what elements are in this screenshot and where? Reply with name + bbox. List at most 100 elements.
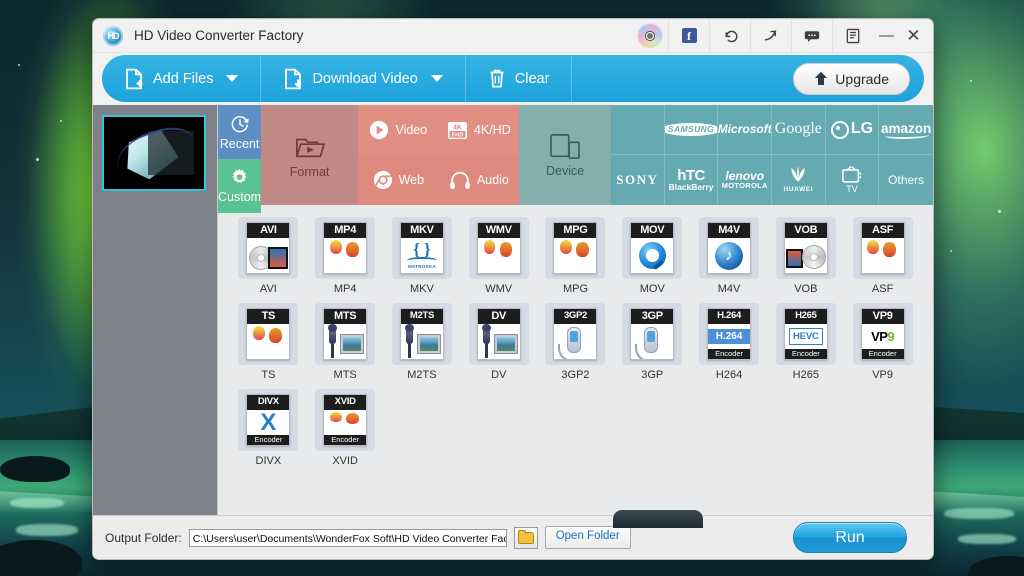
- tab-audio[interactable]: Audio: [439, 155, 520, 205]
- upgrade-button[interactable]: Upgrade: [793, 63, 910, 95]
- star: [970, 80, 972, 82]
- format-tile[interactable]: DIVX X Encoder: [238, 389, 298, 451]
- browse-folder-button[interactable]: [514, 527, 538, 549]
- chevron-down-icon[interactable]: [431, 75, 443, 82]
- format-tile[interactable]: H.264 H.264 Encoder: [699, 303, 759, 365]
- disc-icon[interactable]: [637, 23, 663, 49]
- format-item-dv[interactable]: DV DV: [460, 303, 537, 381]
- ice-patch: [944, 508, 1014, 519]
- format-item-avi[interactable]: AVI AVI: [230, 217, 307, 295]
- brand-sony[interactable]: SONY: [611, 155, 665, 205]
- right-panel: Recent Custom: [218, 105, 933, 515]
- format-tile[interactable]: VP9 VP9 Encoder: [853, 303, 913, 365]
- format-tile[interactable]: MP4: [315, 217, 375, 279]
- format-item-xvid[interactable]: XVID Encoder XVID: [307, 389, 384, 467]
- brand-samsung[interactable]: SAMSUNG: [665, 105, 719, 155]
- tab-recent[interactable]: Recent: [218, 105, 261, 159]
- tab-web[interactable]: Web: [358, 155, 439, 205]
- brand-microsoft[interactable]: Microsoft: [718, 105, 772, 155]
- open-folder-button[interactable]: Open Folder: [545, 526, 631, 549]
- format-tile[interactable]: MOV: [622, 217, 682, 279]
- format-tile[interactable]: DV: [469, 303, 529, 365]
- undo-icon[interactable]: [709, 19, 750, 52]
- format-tile[interactable]: H265 HEVC Encoder: [776, 303, 836, 365]
- format-item-m4v[interactable]: M4V ♪ M4V: [691, 217, 768, 295]
- chevron-down-icon[interactable]: [226, 75, 238, 82]
- bottom-bar: Output Folder: C:\Users\user\Documents\W…: [93, 515, 933, 559]
- format-tile[interactable]: XVID Encoder: [315, 389, 375, 451]
- log-icon[interactable]: [832, 19, 873, 52]
- format-item-divx[interactable]: DIVX X Encoder DIVX: [230, 389, 307, 467]
- format-label: WMV: [485, 283, 512, 295]
- tab-format[interactable]: Format: [261, 105, 358, 205]
- brand-huawei-label: HUAWEI: [784, 187, 814, 194]
- format-item-ts[interactable]: TS TS: [230, 303, 307, 381]
- format-item-h264[interactable]: H.264 H.264 Encoder H264: [691, 303, 768, 381]
- brand-others[interactable]: Others: [879, 155, 933, 205]
- format-item-mpg[interactable]: MPG MPG: [537, 217, 614, 295]
- format-tile[interactable]: MKV { } MATROSKA: [392, 217, 452, 279]
- download-video-button[interactable]: Download Video: [261, 55, 464, 102]
- format-tile[interactable]: 3GP2: [545, 303, 605, 365]
- brand-google[interactable]: Google: [772, 105, 826, 155]
- format-tile[interactable]: M2TS: [392, 303, 452, 365]
- brand-lenovo[interactable]: lenovo MOTOROLA: [718, 155, 772, 205]
- format-label: MPG: [563, 283, 588, 295]
- svg-text:4K: 4K: [453, 124, 462, 131]
- facebook-icon[interactable]: f: [668, 19, 709, 52]
- format-art-phone: [631, 324, 673, 359]
- tab-4khd[interactable]: 4K FHD 4K/HD: [439, 105, 520, 155]
- format-cap: VOB: [785, 223, 827, 238]
- minimize-button[interactable]: —: [873, 19, 900, 52]
- window-title: HD Video Converter Factory: [134, 28, 303, 43]
- format-item-mts[interactable]: MTS MTS: [307, 303, 384, 381]
- clear-label: Clear: [515, 71, 550, 87]
- format-item-mov[interactable]: MOV MOV: [614, 217, 691, 295]
- format-item-mkv[interactable]: MKV { } MATROSKA MKV: [384, 217, 461, 295]
- format-item-wmv[interactable]: WMV WMV: [460, 217, 537, 295]
- file-list-panel[interactable]: [93, 105, 218, 515]
- format-tile[interactable]: MPG: [545, 217, 605, 279]
- brand-htc-wrap: hTC BlackBerry: [669, 168, 714, 193]
- format-label: MTS: [334, 369, 357, 381]
- tab-video[interactable]: Video: [358, 105, 439, 155]
- format-item-mp4[interactable]: MP4 MP4: [307, 217, 384, 295]
- fourk-badge-icon: 4K FHD: [447, 121, 468, 140]
- format-art-hevc: HEVC: [785, 324, 827, 349]
- format-item-m2ts[interactable]: M2TS M2TS: [384, 303, 461, 381]
- feedback-icon[interactable]: [791, 19, 832, 52]
- brand-amazon[interactable]: amazon: [879, 105, 933, 155]
- format-card: 3GP: [630, 308, 674, 360]
- video-thumbnail[interactable]: [102, 115, 206, 191]
- format-item-3gp[interactable]: 3GP 3GP: [614, 303, 691, 381]
- format-tile[interactable]: TS: [238, 303, 298, 365]
- clear-button[interactable]: Clear: [466, 55, 572, 102]
- format-item-asf[interactable]: ASF ASF: [844, 217, 921, 295]
- run-button[interactable]: Run: [793, 522, 907, 553]
- format-tile[interactable]: M4V ♪: [699, 217, 759, 279]
- output-path-input[interactable]: C:\Users\user\Documents\WonderFox Soft\H…: [189, 529, 507, 547]
- format-item-vob[interactable]: VOB VOB: [767, 217, 844, 295]
- brand-apple[interactable]: [611, 105, 665, 155]
- format-tile[interactable]: ASF: [853, 217, 913, 279]
- format-tile[interactable]: MTS: [315, 303, 375, 365]
- close-button[interactable]: ✕: [900, 19, 927, 52]
- share-icon[interactable]: [750, 19, 791, 52]
- format-item-vp9[interactable]: VP9 VP9 Encoder VP9: [844, 303, 921, 381]
- brand-tv[interactable]: TV: [826, 155, 880, 205]
- format-item-3gp2[interactable]: 3GP2 3GP2: [537, 303, 614, 381]
- brand-huawei[interactable]: HUAWEI: [772, 155, 826, 205]
- format-tile[interactable]: AVI: [238, 217, 298, 279]
- brand-htc[interactable]: hTC BlackBerry: [665, 155, 719, 205]
- tab-custom[interactable]: Custom: [218, 159, 261, 213]
- tab-device[interactable]: Device: [519, 105, 611, 205]
- format-item-h265[interactable]: H265 HEVC Encoder H265: [767, 303, 844, 381]
- hidden-control[interactable]: [613, 510, 703, 528]
- title-bar: HD HD Video Converter Factory f: [93, 19, 933, 53]
- format-art-vp9: VP9: [862, 324, 904, 349]
- brand-lg[interactable]: LG: [826, 105, 880, 155]
- format-tile[interactable]: WMV: [469, 217, 529, 279]
- add-files-button[interactable]: Add Files: [102, 55, 260, 102]
- format-tile[interactable]: 3GP: [622, 303, 682, 365]
- format-tile[interactable]: VOB: [776, 217, 836, 279]
